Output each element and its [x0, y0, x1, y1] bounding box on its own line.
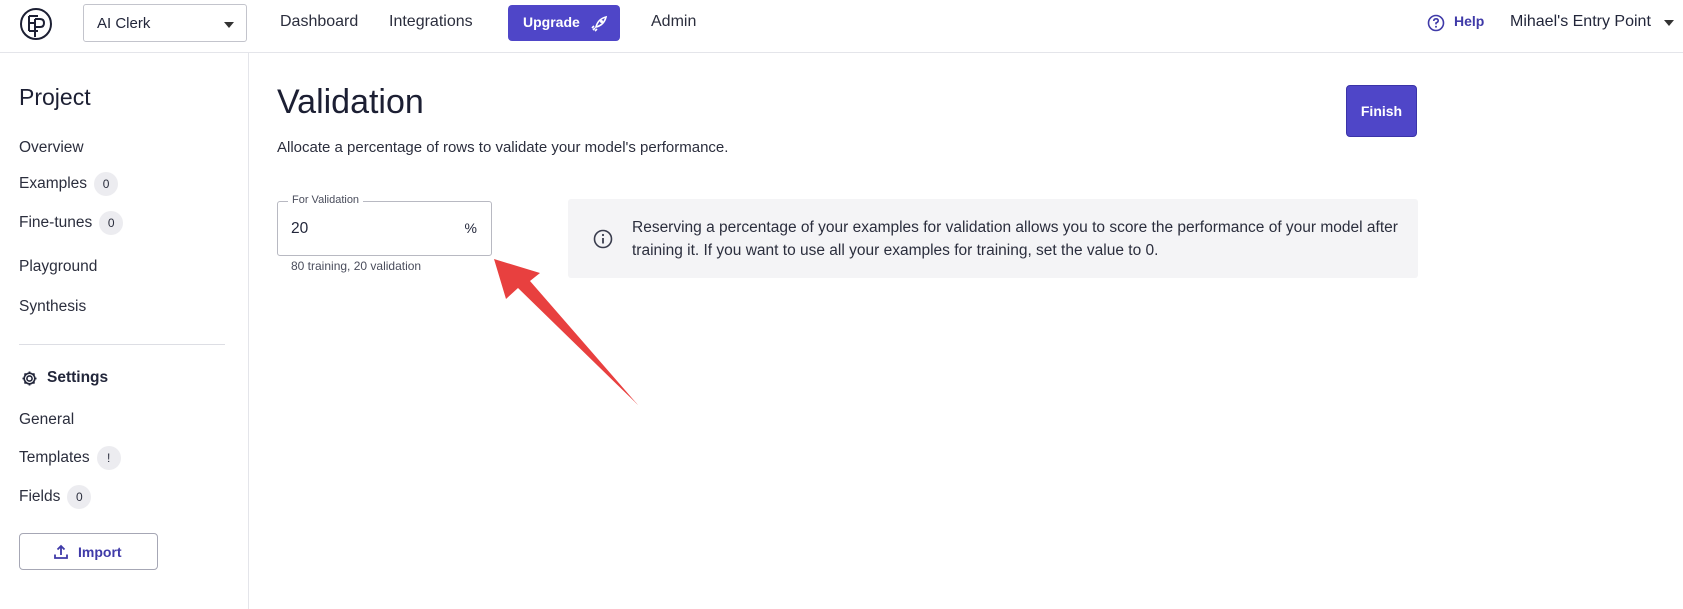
project-select[interactable]: AI Clerk	[83, 4, 247, 42]
page-description: Allocate a percentage of rows to validat…	[277, 139, 729, 156]
count-badge: 0	[94, 172, 119, 196]
sidebar-item-templates[interactable]: Templates !	[19, 446, 121, 470]
field-helper-text: 80 training, 20 validation	[291, 259, 422, 273]
info-callout: Reserving a percentage of your examples …	[568, 199, 1418, 278]
gear-icon	[22, 371, 37, 386]
sidebar-item-label: Fields	[19, 488, 61, 505]
help-link[interactable]: Help	[1427, 13, 1485, 32]
info-text: Reserving a percentage of your examples …	[632, 219, 1398, 259]
project-select-value: AI Clerk	[97, 15, 151, 32]
help-label: Help	[1454, 13, 1485, 29]
ep-logo-icon[interactable]	[19, 7, 53, 41]
sidebar: Project Overview Examples 0 Fine-tunes 0…	[0, 53, 249, 609]
nav-integrations[interactable]: Integrations	[389, 13, 473, 31]
validation-percent-input[interactable]: 20	[291, 220, 308, 238]
validation-percent-field[interactable]: For Validation 20 %	[277, 194, 492, 256]
sidebar-item-label: Fine-tunes	[19, 214, 93, 231]
sidebar-title: Project	[19, 84, 91, 110]
finish-button[interactable]: Finish	[1346, 85, 1417, 137]
warning-badge: !	[96, 446, 121, 470]
nav-dashboard[interactable]: Dashboard	[280, 13, 358, 31]
sidebar-item-synthesis[interactable]: Synthesis	[19, 298, 86, 316]
sidebar-item-label: Examples	[19, 175, 88, 192]
user-menu-label: Mihael's Entry Point	[1510, 13, 1651, 30]
page-title: Validation	[277, 83, 424, 121]
sidebar-item-playground[interactable]: Playground	[19, 258, 97, 276]
annotation-arrow-icon	[494, 259, 638, 405]
sidebar-item-general[interactable]: General	[19, 411, 74, 429]
rocket-icon	[591, 15, 608, 32]
sidebar-item-fine-tunes[interactable]: Fine-tunes 0	[19, 211, 124, 235]
sidebar-item-label: Overview	[19, 139, 84, 156]
chevron-down-icon	[224, 22, 234, 28]
nav-admin[interactable]: Admin	[651, 13, 696, 31]
sidebar-item-fields[interactable]: Fields 0	[19, 485, 92, 509]
percent-suffix: %	[464, 220, 477, 236]
upload-icon	[54, 544, 68, 559]
info-icon	[593, 229, 613, 249]
user-menu[interactable]: Mihael's Entry Point	[1510, 13, 1674, 31]
sidebar-item-label: Synthesis	[19, 298, 87, 315]
sidebar-item-label: Playground	[19, 258, 98, 275]
upgrade-button[interactable]: Upgrade	[508, 5, 620, 41]
chevron-down-icon	[1663, 20, 1674, 26]
count-badge: 0	[67, 485, 92, 509]
settings-label: Settings	[47, 369, 109, 386]
count-badge: 0	[99, 211, 124, 235]
sidebar-item-examples[interactable]: Examples 0	[19, 172, 119, 196]
sidebar-item-label: General	[19, 411, 75, 428]
sidebar-item-overview[interactable]: Overview	[19, 139, 84, 157]
top-bar: AI Clerk Dashboard Integrations Upgrade …	[0, 0, 1683, 53]
upgrade-button-label: Upgrade	[523, 14, 580, 30]
sidebar-item-label: Templates	[19, 449, 90, 466]
sidebar-settings-heading: Settings	[19, 369, 108, 387]
field-label: For Validation	[288, 194, 364, 206]
help-circle-icon	[1427, 14, 1445, 32]
sidebar-divider	[19, 344, 225, 345]
import-button[interactable]: Import	[19, 533, 158, 570]
import-button-label: Import	[78, 544, 122, 560]
